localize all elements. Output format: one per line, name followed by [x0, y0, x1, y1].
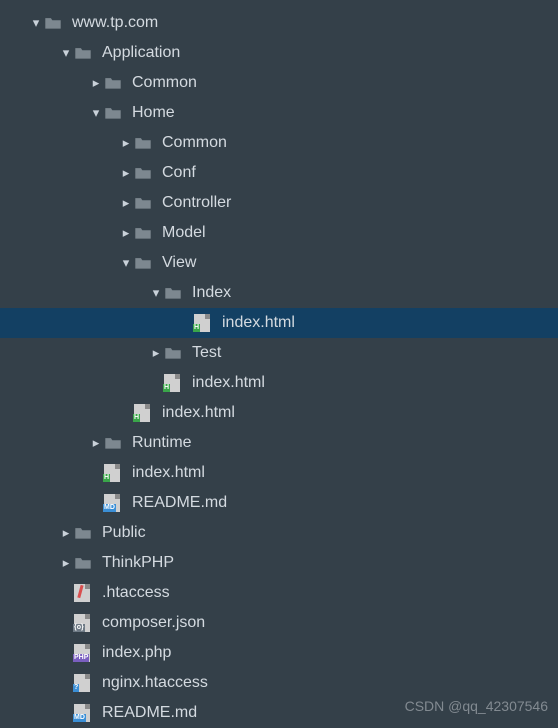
chevron-down-icon: ▾ — [88, 105, 104, 121]
tree-label: ThinkPHP — [102, 554, 174, 572]
chevron-right-icon: ▸ — [118, 135, 134, 151]
tree-item-public[interactable]: ▸ Public — [0, 518, 558, 548]
folder-icon — [44, 16, 66, 30]
folder-icon — [134, 136, 156, 150]
tree-label: .htaccess — [102, 584, 170, 602]
tree-label: index.php — [102, 644, 171, 662]
chevron-right-icon: ▸ — [58, 555, 74, 571]
folder-icon — [134, 256, 156, 270]
tree-item-common[interactable]: ▸ Common — [0, 68, 558, 98]
tree-label: View — [162, 254, 196, 272]
folder-icon — [74, 526, 96, 540]
tree-item-runtime[interactable]: ▸ Runtime — [0, 428, 558, 458]
tree-item-index-html-home[interactable]: · H index.html — [0, 398, 558, 428]
tree-label: Conf — [162, 164, 196, 182]
tree-item-readme-app[interactable]: · MD README.md — [0, 488, 558, 518]
tree-label: nginx.htaccess — [102, 674, 208, 692]
tree-item-test[interactable]: ▸ Test — [0, 338, 558, 368]
html-file-icon: H — [104, 464, 126, 482]
markdown-file-icon: MD — [74, 704, 96, 722]
chevron-right-icon: ▸ — [88, 75, 104, 91]
tree-item-nginx[interactable]: · ? nginx.htaccess — [0, 668, 558, 698]
chevron-down-icon: ▾ — [28, 15, 44, 31]
folder-icon — [134, 196, 156, 210]
chevron-right-icon: ▸ — [58, 525, 74, 541]
chevron-right-icon: ▸ — [88, 435, 104, 451]
tree-label: index.html — [132, 464, 205, 482]
folder-icon — [134, 166, 156, 180]
tree-label: index.html — [162, 404, 235, 422]
chevron-right-icon: ▸ — [148, 345, 164, 361]
tree-item-model[interactable]: ▸ Model — [0, 218, 558, 248]
tree-item-conf[interactable]: ▸ Conf — [0, 158, 558, 188]
tree-label: Runtime — [132, 434, 192, 452]
tree-item-htaccess[interactable]: · .htaccess — [0, 578, 558, 608]
tree-label: index.html — [192, 374, 265, 392]
tree-item-thinkphp[interactable]: ▸ ThinkPHP — [0, 548, 558, 578]
chevron-down-icon: ▾ — [58, 45, 74, 61]
tree-item-composer[interactable]: · {o} composer.json — [0, 608, 558, 638]
chevron-right-icon: ▸ — [118, 225, 134, 241]
markdown-file-icon: MD — [104, 494, 126, 512]
tree-label: Application — [102, 44, 180, 62]
chevron-down-icon: ▾ — [148, 285, 164, 301]
json-file-icon: {o} — [74, 614, 96, 632]
chevron-right-icon: ▸ — [118, 165, 134, 181]
php-file-icon: PHP — [74, 644, 96, 662]
tree-label: index.html — [222, 314, 295, 332]
tree-label: www.tp.com — [72, 14, 158, 32]
tree-item-root[interactable]: ▾ www.tp.com — [0, 8, 558, 38]
tree-label: Home — [132, 104, 175, 122]
tree-item-home[interactable]: ▾ Home — [0, 98, 558, 128]
tree-label: composer.json — [102, 614, 205, 632]
tree-label: Test — [192, 344, 221, 362]
tree-item-view[interactable]: ▾ View — [0, 248, 558, 278]
html-file-icon: H — [164, 374, 186, 392]
html-file-icon: H — [194, 314, 216, 332]
tree-label: Controller — [162, 194, 231, 212]
tree-label: Public — [102, 524, 146, 542]
html-file-icon: H — [134, 404, 156, 422]
folder-icon — [134, 226, 156, 240]
tree-label: Common — [132, 74, 197, 92]
tree-label: README.md — [132, 494, 227, 512]
tree-item-application[interactable]: ▾ Application — [0, 38, 558, 68]
chevron-right-icon: ▸ — [118, 195, 134, 211]
folder-icon — [74, 556, 96, 570]
folder-icon — [74, 46, 96, 60]
tree-label: Index — [192, 284, 231, 302]
folder-icon — [104, 436, 126, 450]
tree-item-home-common[interactable]: ▸ Common — [0, 128, 558, 158]
tree-item-controller[interactable]: ▸ Controller — [0, 188, 558, 218]
file-tree: ▾ www.tp.com ▾ Application ▸ Common ▾ Ho… — [0, 0, 558, 728]
tree-item-index-html-view[interactable]: · H index.html — [0, 368, 558, 398]
folder-icon — [104, 76, 126, 90]
tree-item-index-php[interactable]: · PHP index.php — [0, 638, 558, 668]
file-icon — [74, 584, 96, 602]
tree-label: Common — [162, 134, 227, 152]
watermark: CSDN @qq_42307546 — [405, 698, 548, 714]
file-icon: ? — [74, 674, 96, 692]
tree-item-index-folder[interactable]: ▾ Index — [0, 278, 558, 308]
folder-icon — [104, 106, 126, 120]
folder-icon — [164, 346, 186, 360]
chevron-down-icon: ▾ — [118, 255, 134, 271]
tree-label: README.md — [102, 704, 197, 722]
tree-item-index-html-app[interactable]: · H index.html — [0, 458, 558, 488]
tree-item-index-html-selected[interactable]: · H index.html — [0, 308, 558, 338]
tree-label: Model — [162, 224, 206, 242]
folder-icon — [164, 286, 186, 300]
